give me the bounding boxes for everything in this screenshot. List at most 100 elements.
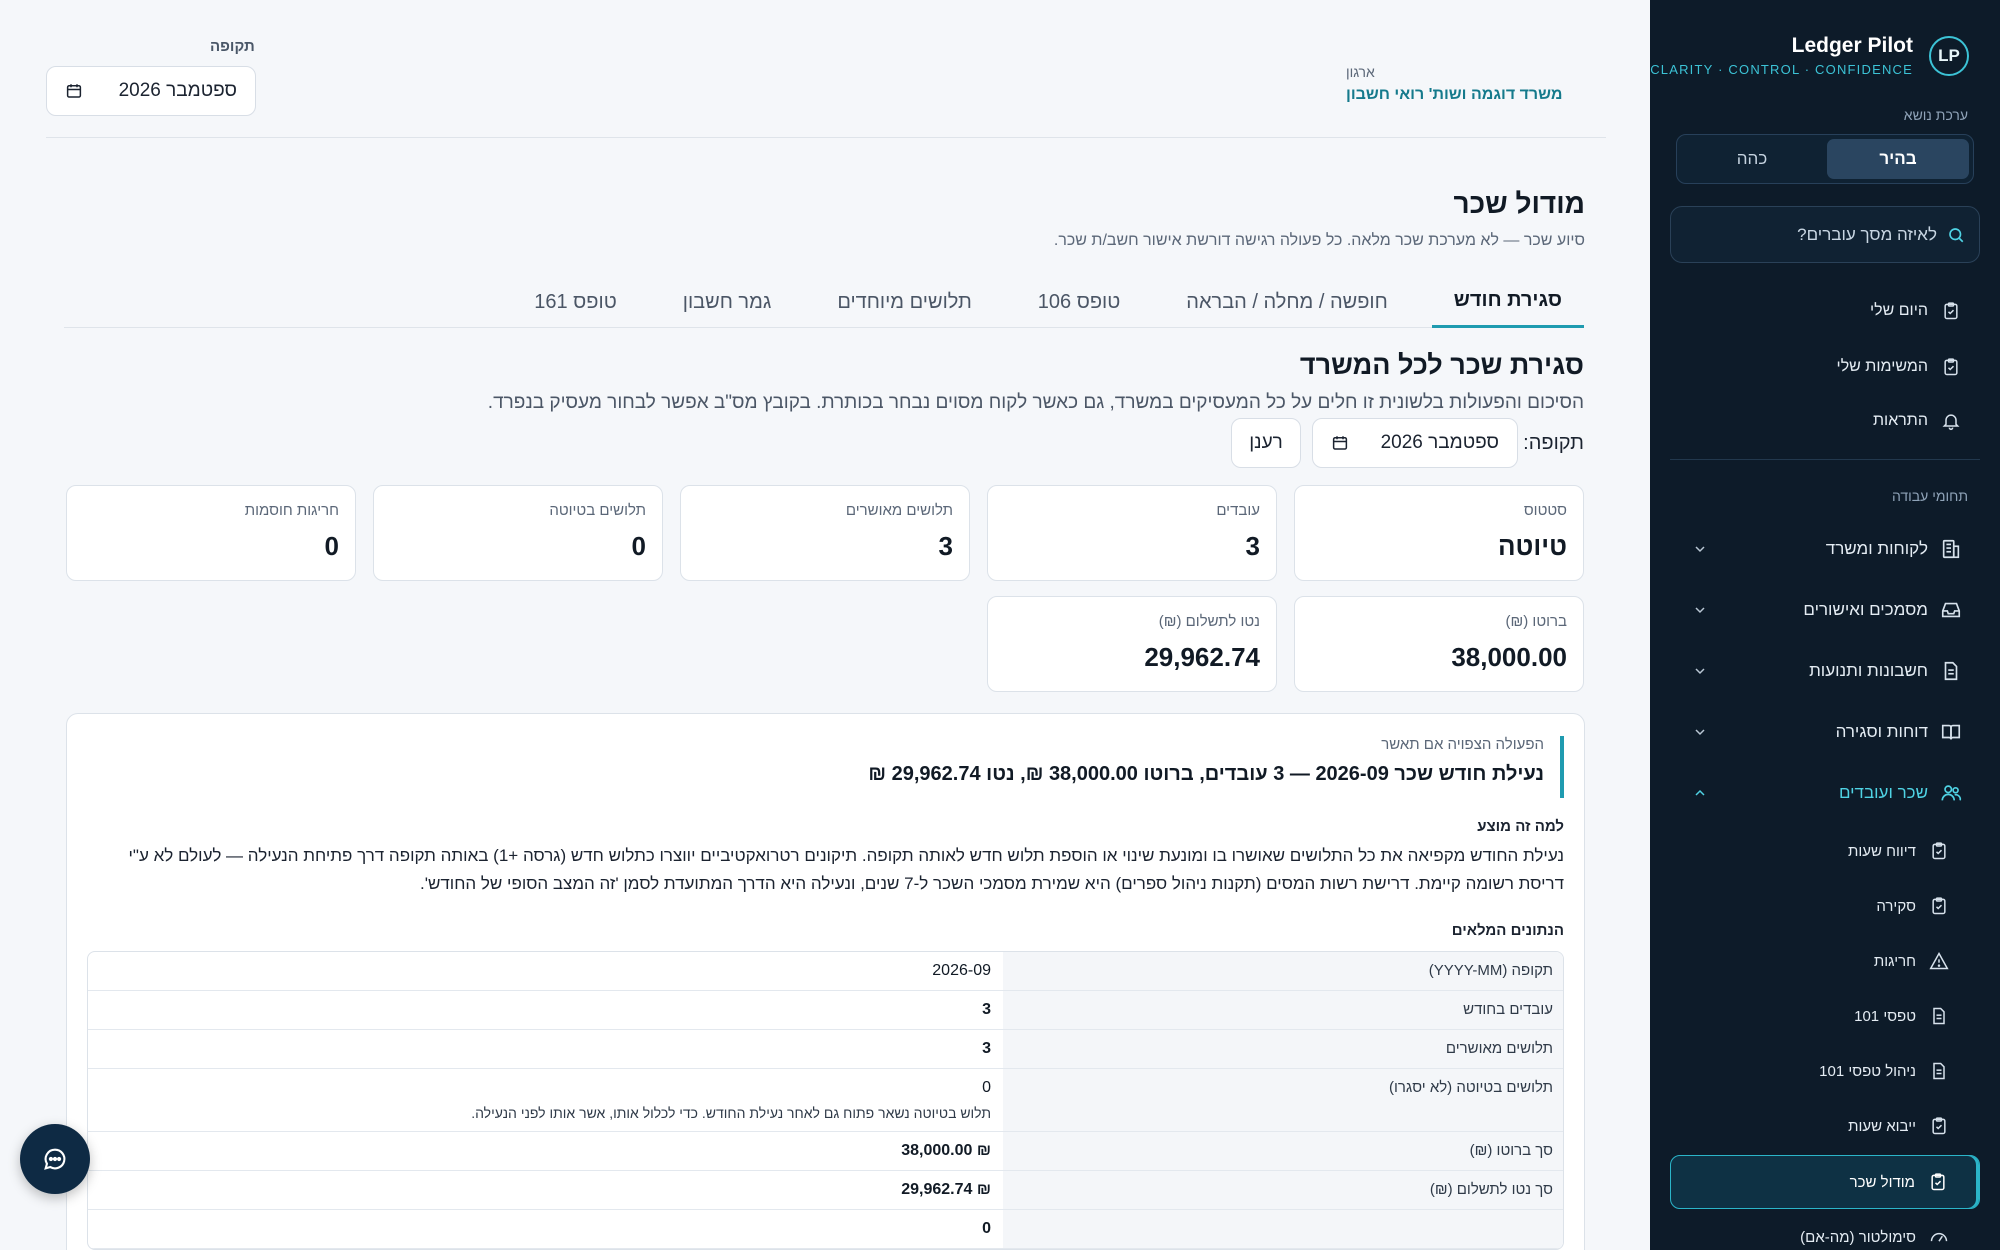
tab-leave[interactable]: חופשה / מחלה / הבראה (1164, 276, 1410, 328)
nav-group-reports[interactable]: דוחות וסגירה (1670, 708, 1980, 756)
stat-label: סטטוס (1523, 502, 1567, 519)
nav-label: היום שלי (1869, 302, 1928, 319)
stat-approved-payslips: תלושים מאושרים 3 (680, 485, 970, 581)
nav-group-accounts[interactable]: חשבונות ותנועות (1670, 647, 1980, 695)
theme-label: ערכת נושא (1903, 107, 1968, 123)
calendar-icon (1331, 434, 1349, 452)
nav-label: טפסי 101 (1854, 1007, 1916, 1025)
refresh-button[interactable]: רענן (1231, 418, 1301, 468)
page-title: מודול שכר (1453, 188, 1585, 219)
gauge-icon (1928, 1226, 1950, 1248)
nav-my-tasks[interactable]: המשימות שלי (1670, 343, 1980, 391)
row-value: 0 (982, 1079, 991, 1096)
tab-form-106[interactable]: טופס 106 (1016, 276, 1143, 328)
warning-icon (1928, 950, 1950, 972)
row-key: תלושים בטיוטה (לא יסגרו) (1003, 1069, 1563, 1131)
calendar-icon (65, 82, 83, 100)
section-period-value: ספטמבר 2026 (1380, 432, 1499, 453)
clipboard-icon (1928, 840, 1950, 862)
tab-month-close[interactable]: סגירת חודש (1431, 276, 1584, 328)
brand-name: Ledger Pilot (1791, 34, 1913, 57)
inbox-icon (1940, 599, 1962, 621)
org-label: ארגון (1346, 64, 1375, 80)
file-icon (1928, 1060, 1950, 1082)
file-icon (1928, 1005, 1950, 1027)
search-icon (1947, 226, 1965, 244)
theme-toggle: בהיר כהה (1676, 134, 1974, 184)
brand[interactable]: LP Ledger Pilot CLARITY · CONTROL · CONF… (1650, 34, 1969, 78)
nav-simulator[interactable]: סימולטור (מה-אם) (1670, 1213, 1980, 1250)
table-row: 0 (88, 1210, 1563, 1249)
nav-alerts[interactable]: התראות (1670, 397, 1980, 445)
table-row: תלושים מאושרים 3 (88, 1030, 1563, 1069)
stat-label: תלושים מאושרים (845, 502, 953, 519)
header-period-value: ספטמבר 2026 (118, 80, 237, 101)
page-subtitle: סיוע שכר — לא מערכת שכר מלאה. כל פעולה ר… (1053, 232, 1585, 249)
nav-label: דיווח שעות (1848, 842, 1916, 860)
row-value: ₪ 38,000.00 (901, 1142, 991, 1159)
sidebar: LP Ledger Pilot CLARITY · CONTROL · CONF… (1650, 0, 2000, 1250)
stat-value: 38,000.00 (1451, 642, 1567, 672)
why-label: למה זה מוצע (1477, 818, 1564, 835)
nav-label: חשבונות ותנועות (1809, 661, 1928, 680)
clipboard-icon (1940, 356, 1962, 378)
chat-button[interactable] (20, 1124, 90, 1194)
clipboard-icon (1928, 1115, 1950, 1137)
chevron-down-icon (1692, 602, 1708, 618)
full-data-table: תקופה (YYYY-MM) 2026-09 עובדים בחודש 3 ת… (87, 951, 1564, 1250)
bell-icon (1940, 410, 1962, 432)
nav-exceptions[interactable]: חריגות (1670, 937, 1980, 985)
nav-group-payroll[interactable]: שכר ועובדים (1670, 769, 1980, 817)
section-period-picker[interactable]: ספטמבר 2026 (1312, 418, 1518, 468)
table-row: סך ברוטו (₪) ₪ 38,000.00 (88, 1132, 1563, 1171)
tab-form-161[interactable]: טופס 161 (512, 276, 639, 328)
book-icon (1940, 721, 1962, 743)
nav-group-documents[interactable]: מסמכים ואישורים (1670, 586, 1980, 634)
stat-blocking-exceptions: חריגות חוסמות 0 (66, 485, 356, 581)
table-row: תלושים בטיוטה (לא יסגרו) 0 תלוש בטיוטה נ… (88, 1069, 1563, 1132)
tab-special-payslips[interactable]: תלושים מיוחדים (815, 276, 993, 328)
nav-my-day[interactable]: היום שלי (1670, 287, 1980, 335)
tab-final-settlement[interactable]: גמר חשבון (661, 276, 794, 328)
section-title: סגירת שכר לכל המשרד (1299, 350, 1584, 380)
nav-label: התראות (1873, 412, 1928, 429)
nav-label: ניהול טפסי 101 (1819, 1062, 1916, 1080)
header-period-picker[interactable]: ספטמבר 2026 (46, 66, 256, 116)
main-content: תקופה ספטמבר 2026 ארגון משרד דוגמה ושות'… (0, 0, 1650, 1250)
theme-dark-button[interactable]: כהה (1681, 139, 1823, 179)
nav-label: מסמכים ואישורים (1803, 600, 1928, 619)
nav-import-hours[interactable]: ייבוא שעות (1670, 1102, 1980, 1150)
expected-action-title: נעילת חודש שכר 2026-09 — 3 עובדים, ברוטו… (868, 763, 1544, 785)
stat-label: נטו לתשלום (₪) (1158, 613, 1260, 630)
screen-search (1670, 206, 1980, 263)
users-icon (1940, 782, 1962, 804)
nav-group-clients[interactable]: לקוחות ומשרד (1670, 525, 1980, 573)
row-note: תלוש בטיוטה נשאר פתוח גם לאחר נעילת החוד… (471, 1105, 991, 1121)
row-value: 2026-09 (932, 962, 991, 979)
sidebar-divider (1670, 459, 1980, 460)
nav-forms-101[interactable]: טפסי 101 (1670, 992, 1980, 1040)
period-label: תקופה: (1523, 432, 1584, 454)
brand-logo: LP (1929, 36, 1969, 76)
stat-value: 29,962.74 (1144, 642, 1260, 672)
row-value-cell: 0 תלוש בטיוטה נשאר פתוח גם לאחר נעילת הח… (88, 1069, 1003, 1131)
stat-value: 0 (631, 531, 646, 561)
org-name[interactable]: משרד דוגמה ושות' רואי חשבון (1346, 86, 1563, 104)
nav-label: המשימות שלי (1836, 358, 1928, 375)
row-key (1003, 1210, 1563, 1248)
stat-value: 0 (324, 531, 339, 561)
why-text: נעילת החודש מקפיאה את כל התלושים שאושרו … (128, 846, 1565, 893)
nav-time-report[interactable]: דיווח שעות (1670, 827, 1980, 875)
theme-light-button[interactable]: בהיר (1827, 139, 1969, 179)
nav-manage-forms-101[interactable]: ניהול טפסי 101 (1670, 1047, 1980, 1095)
table-row: תקופה (YYYY-MM) 2026-09 (88, 952, 1563, 991)
nav-label: דוחות וסגירה (1835, 722, 1928, 741)
row-key: תלושים מאושרים (1003, 1030, 1563, 1068)
table-row: סך נטו לתשלום (₪) ₪ 29,962.74 (88, 1171, 1563, 1210)
stat-net: נטו לתשלום (₪) 29,962.74 (987, 596, 1277, 692)
nav-overview[interactable]: סקירה (1670, 882, 1980, 930)
screen-search-input[interactable] (1685, 224, 1937, 245)
nav-payroll-module[interactable]: מודול שכר (1670, 1155, 1980, 1209)
nav-label: חריגות (1873, 952, 1916, 970)
row-value: 0 (982, 1220, 991, 1237)
